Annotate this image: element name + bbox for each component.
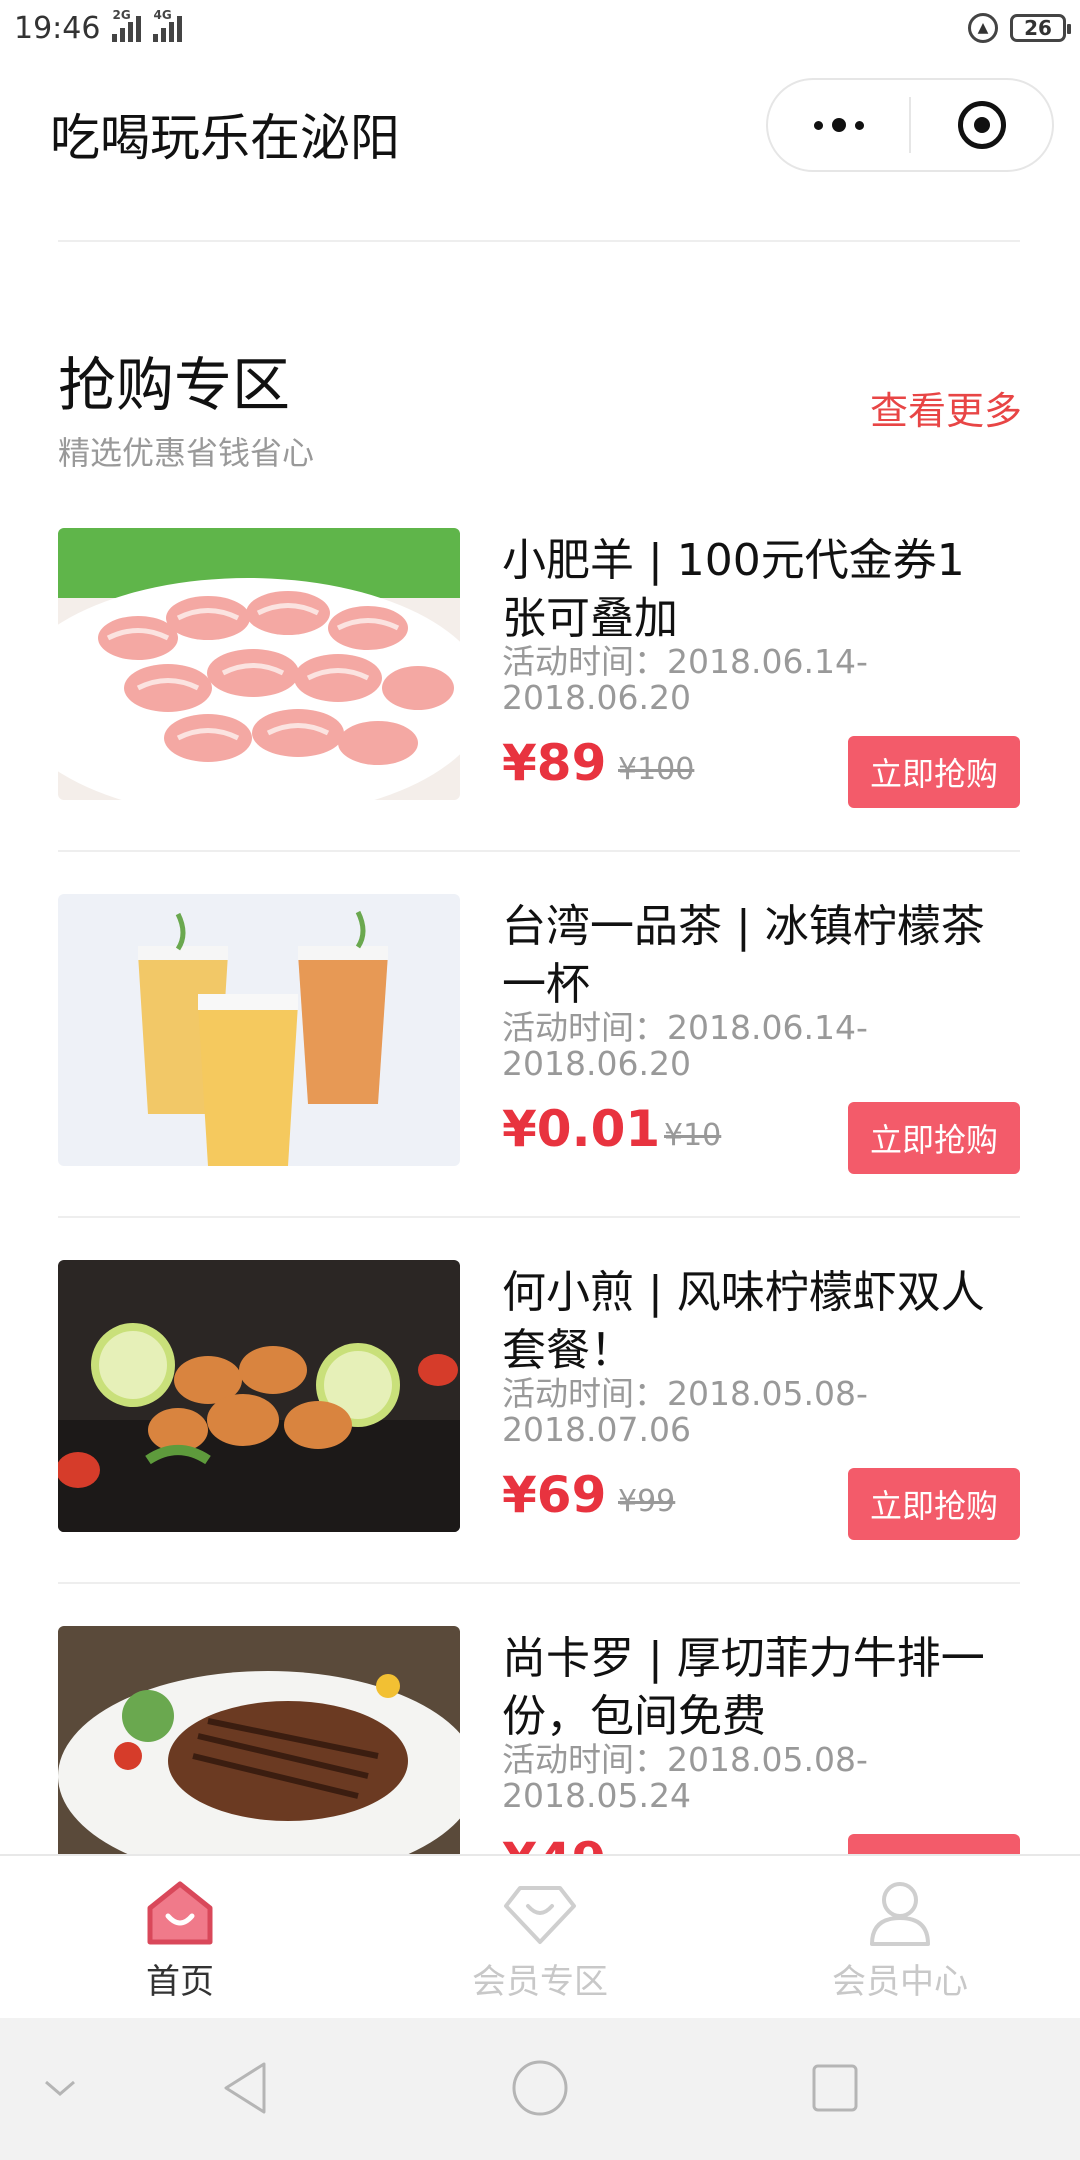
- battery-level: 26: [1024, 16, 1052, 40]
- deal-time: 活动时间：2018.05.08-2018.07.06: [502, 1374, 868, 1449]
- buy-now-button[interactable]: 立即抢购: [848, 1102, 1020, 1174]
- deal-price: ¥0.01: [502, 1100, 661, 1158]
- page-title: 吃喝玩乐在泌阳: [50, 109, 400, 167]
- app-header: 吃喝玩乐在泌阳: [0, 56, 1080, 196]
- deal-price: ¥89: [502, 734, 607, 792]
- status-bar: 19:46 2G 4G ▲ 26: [0, 0, 1080, 56]
- target-icon: [957, 101, 1006, 149]
- original-price: ¥99: [618, 1484, 676, 1519]
- deal-image: [58, 528, 460, 800]
- diamond-icon: [504, 1886, 576, 1944]
- divider: [58, 1216, 1020, 1218]
- close-miniprogram-button[interactable]: [911, 80, 1052, 170]
- user-icon: [870, 1882, 930, 1946]
- signal-icon-2: 4G: [153, 8, 183, 42]
- home-icon: [147, 1881, 213, 1945]
- deal-item[interactable]: 台湾一品茶 | 冰镇柠檬茶一杯 活动时间：2018.06.14-2018.06.…: [58, 894, 1020, 1174]
- deal-time: 活动时间：2018.05.08-2018.05.24: [502, 1740, 868, 1815]
- deal-title: 小肥羊 | 100元代金券1张可叠加: [502, 535, 965, 644]
- original-price: ¥10: [664, 1118, 722, 1153]
- original-price: ¥100: [618, 752, 695, 787]
- bottom-tab-bar: 首页 会员专区 会员中心: [0, 1854, 1080, 2018]
- section-title: 抢购专区: [58, 351, 291, 419]
- battery-icon: 26: [1010, 14, 1071, 42]
- deal-title: 台湾一品茶 | 冰镇柠檬茶一杯: [502, 901, 985, 1010]
- chevron-down-icon[interactable]: [40, 2058, 80, 2118]
- deal-item[interactable]: 小肥羊 | 100元代金券1张可叠加 活动时间：2018.06.14-2018.…: [58, 528, 1020, 808]
- buy-now-button[interactable]: 立即抢购: [848, 1468, 1020, 1540]
- tab-label: 会员中心: [832, 1962, 968, 2002]
- deal-title: 尚卡罗 | 厚切菲力牛排一份，包间免费: [502, 1633, 985, 1742]
- deal-title: 何小煎 | 风味柠檬虾双人套餐！: [502, 1267, 985, 1376]
- rotation-lock-icon: ▲: [968, 13, 998, 43]
- tab-member-zone[interactable]: 会员专区: [360, 1856, 720, 2018]
- recents-icon[interactable]: [810, 2058, 860, 2118]
- deal-price: ¥69: [502, 1466, 607, 1524]
- signal-icon: 2G: [112, 8, 142, 42]
- tab-label: 首页: [146, 1962, 214, 2002]
- home-circle-icon[interactable]: [510, 2058, 570, 2118]
- divider: [58, 850, 1020, 852]
- deal-item[interactable]: 何小煎 | 风味柠檬虾双人套餐！ 活动时间：2018.05.08-2018.07…: [58, 1260, 1020, 1540]
- divider: [58, 1582, 1020, 1584]
- tab-member-center[interactable]: 会员中心: [720, 1856, 1080, 2018]
- back-icon[interactable]: [220, 2058, 270, 2118]
- tab-label: 会员专区: [472, 1962, 608, 2002]
- deal-time: 活动时间：2018.06.14-2018.06.20: [502, 642, 868, 717]
- system-nav-bar: [0, 2018, 1080, 2160]
- status-time: 19:46: [14, 10, 101, 46]
- tab-home[interactable]: 首页: [0, 1856, 360, 2018]
- section-subtitle: 精选优惠省钱省心: [58, 434, 315, 472]
- more-options-button[interactable]: [768, 80, 909, 170]
- deal-image: [58, 894, 460, 1166]
- buy-now-button[interactable]: 立即抢购: [848, 736, 1020, 808]
- more-icon: [813, 118, 864, 132]
- deal-image: [58, 1260, 460, 1532]
- view-more-link[interactable]: 查看更多: [870, 380, 1022, 435]
- deal-time: 活动时间：2018.06.14-2018.06.20: [502, 1008, 868, 1083]
- menu-capsule: [766, 78, 1054, 172]
- divider: [58, 240, 1020, 242]
